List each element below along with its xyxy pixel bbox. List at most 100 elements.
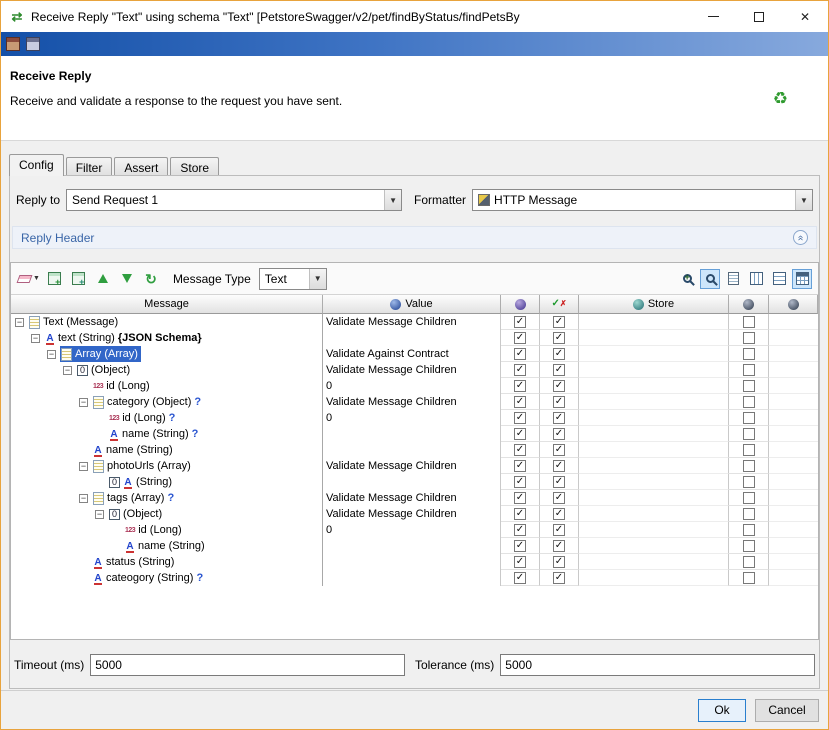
collapse-node-icon[interactable]: − [31,334,40,343]
tree-node-label[interactable]: 123id (Long) [124,522,185,538]
checkbox[interactable]: ✓ [553,380,565,392]
collapse-node-icon[interactable]: − [79,398,88,407]
find-button[interactable] [700,269,720,289]
reply-header-section[interactable]: Reply Header » [12,226,817,249]
store-cell[interactable] [579,538,729,554]
value-cell[interactable]: Validate Message Children [323,490,501,506]
collapse-node-icon[interactable]: − [63,366,72,375]
checkbox[interactable]: ✓ [553,508,565,520]
checkbox[interactable]: ✓ [553,460,565,472]
checkbox[interactable]: ✓ [514,460,526,472]
checkbox[interactable]: ✓ [514,524,526,536]
value-cell[interactable]: Validate Message Children [323,458,501,474]
tree-node-label[interactable]: Array (Array) [60,346,141,362]
tree-node-label[interactable]: Aname (String) [124,538,208,554]
checkbox[interactable] [743,380,755,392]
checkbox[interactable] [743,428,755,440]
value-cell[interactable]: Validate Message Children [323,362,501,378]
text-view-button[interactable] [723,269,743,289]
value-cell[interactable] [323,570,501,586]
close-button[interactable]: ✕ [782,1,828,32]
checkbox[interactable]: ✓ [514,508,526,520]
tab-store[interactable]: Store [170,157,219,176]
tab-assert[interactable]: Assert [114,157,168,176]
tree-node-label[interactable]: Aname (String) [92,442,176,458]
checkbox[interactable]: ✓ [514,428,526,440]
tree-node-label[interactable]: photoUrls (Array) [92,458,194,474]
formatter-select[interactable]: HTTP Message ▼ [472,189,813,211]
checkbox[interactable] [743,412,755,424]
value-cell[interactable]: Validate Message Children [323,506,501,522]
checkbox[interactable]: ✓ [514,380,526,392]
move-down-button[interactable] [117,269,137,289]
tree-node-label[interactable]: 0(Object) [108,506,165,522]
checkbox[interactable]: ✓ [553,540,565,552]
checkbox[interactable]: ✓ [514,540,526,552]
checkbox[interactable]: ✓ [553,444,565,456]
store-cell[interactable] [579,394,729,410]
tab-config[interactable]: Config [9,154,64,176]
checkbox[interactable] [743,540,755,552]
store-cell[interactable] [579,346,729,362]
tree-node-label[interactable]: 123id (Long)? [108,410,178,426]
refresh-button[interactable]: ↻ [141,269,161,289]
clear-button[interactable]: ▼ [17,269,41,289]
column-view-button[interactable] [746,269,766,289]
message-type-select[interactable]: Text ▼ [259,268,327,290]
checkbox[interactable]: ✓ [514,412,526,424]
checkbox[interactable]: ✓ [553,476,565,488]
value-cell[interactable] [323,426,501,442]
checkbox[interactable]: ✓ [514,396,526,408]
value-cell[interactable]: 0 [323,378,501,394]
checkbox[interactable]: ✓ [553,412,565,424]
row-view-button[interactable] [769,269,789,289]
move-up-button[interactable] [93,269,113,289]
checkbox[interactable] [743,444,755,456]
checkbox[interactable]: ✓ [514,476,526,488]
value-cell[interactable]: Validate Against Contract [323,346,501,362]
tree-node-label[interactable]: Astatus (String) [92,554,177,570]
checkbox[interactable] [743,572,755,584]
store-cell[interactable] [579,458,729,474]
value-cell[interactable] [323,474,501,490]
add-element-button[interactable] [45,269,65,289]
checkbox[interactable]: ✓ [553,396,565,408]
ok-button[interactable]: Ok [698,699,746,722]
checkbox[interactable] [743,492,755,504]
checkbox[interactable]: ✓ [553,492,565,504]
minimize-button[interactable] [690,1,736,32]
tree-node-label[interactable]: 123id (Long) [92,378,153,394]
collapse-node-icon[interactable]: − [47,350,56,359]
store-cell[interactable] [579,490,729,506]
collapse-section-button[interactable]: » [793,230,808,245]
strip-icon-2[interactable] [26,37,40,51]
store-cell[interactable] [579,442,729,458]
collapse-node-icon[interactable]: − [79,494,88,503]
checkbox[interactable]: ✓ [514,492,526,504]
checkbox[interactable]: ✓ [553,348,565,360]
cancel-button[interactable]: Cancel [755,699,819,722]
checkbox[interactable]: ✓ [553,556,565,568]
value-cell[interactable]: 0 [323,522,501,538]
tolerance-input[interactable] [500,654,815,676]
checkbox[interactable]: ✓ [553,332,565,344]
strip-icon-1[interactable] [6,37,20,51]
timeout-input[interactable] [90,654,405,676]
checkbox[interactable] [743,396,755,408]
value-cell[interactable]: Validate Message Children [323,314,501,330]
checkbox[interactable] [743,332,755,344]
value-cell[interactable] [323,442,501,458]
checkbox[interactable]: ✓ [553,572,565,584]
checkbox[interactable]: ✓ [514,444,526,456]
value-cell[interactable] [323,554,501,570]
store-cell[interactable] [579,522,729,538]
collapse-node-icon[interactable]: − [79,462,88,471]
tree-node-label[interactable]: Aname (String)? [108,426,201,442]
tree-node-label[interactable]: Acateogory (String)? [92,570,206,586]
store-cell[interactable] [579,410,729,426]
tree-node-label[interactable]: Text (Message) [28,314,121,330]
checkbox[interactable]: ✓ [514,556,526,568]
value-cell[interactable] [323,330,501,346]
store-cell[interactable] [579,554,729,570]
checkbox[interactable]: ✓ [514,572,526,584]
